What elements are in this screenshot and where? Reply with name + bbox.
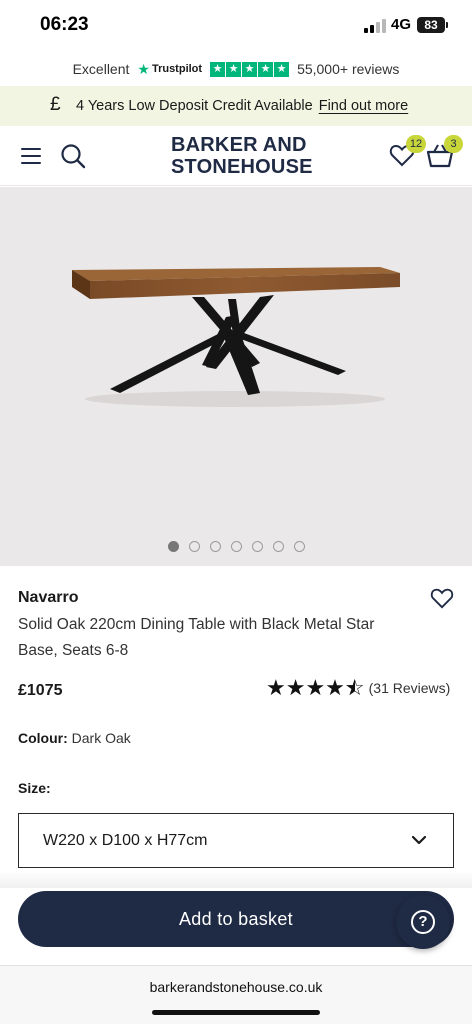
size-label: Size: xyxy=(18,780,51,796)
colour-value: Dark Oak xyxy=(71,730,131,746)
basket-count-badge: 3 xyxy=(444,135,463,153)
signal-icon xyxy=(364,19,386,33)
gallery-dot[interactable] xyxy=(188,541,200,552)
trustpilot-bar[interactable]: Excellent ★ Trustpilot ★ ★ ★ ★ ★ 55,000+… xyxy=(0,52,472,86)
trustpilot-rating-word: Excellent xyxy=(72,61,130,77)
search-icon[interactable] xyxy=(60,143,86,169)
gallery-dot[interactable] xyxy=(230,541,242,552)
gallery-pagination xyxy=(0,541,472,552)
sticky-bar-shadow xyxy=(0,870,472,888)
colour-info: Colour: Dark Oak xyxy=(18,730,131,746)
product-brand: Navarro xyxy=(18,589,79,606)
trustpilot-star-icon: ★ xyxy=(137,60,150,77)
site-header: BARKER AND STONEHOUSE 12 3 xyxy=(0,126,472,186)
help-icon: ? xyxy=(411,910,435,934)
product-title: Solid Oak 220cm Dining Table with Black … xyxy=(18,616,375,659)
status-bar: 06:23 4G 83 xyxy=(0,0,472,52)
battery-tip xyxy=(446,22,448,28)
tp-star-icon: ★ xyxy=(226,61,242,77)
logo-line-1: BARKER AND xyxy=(171,134,307,156)
tp-star-icon: ★ xyxy=(210,61,226,77)
credit-promo-bar: £ 4 Years Low Deposit Credit Available F… xyxy=(0,86,472,126)
rating-stars-icon: ★★★★☆★ xyxy=(266,675,365,700)
trustpilot-logo: ★ Trustpilot xyxy=(137,61,202,78)
size-selected-value: W220 x D100 x H77cm xyxy=(43,831,208,849)
browser-url-bar[interactable]: barkerandstonehouse.co.uk xyxy=(0,965,472,1024)
gallery-dot[interactable] xyxy=(293,541,305,552)
site-logo[interactable]: BARKER AND STONEHOUSE xyxy=(171,134,313,178)
size-select[interactable]: W220 x D100 x H77cm xyxy=(18,813,454,868)
trustpilot-stars: ★ ★ ★ ★ ★ xyxy=(210,61,290,77)
product-image-gallery[interactable] xyxy=(0,187,472,566)
product-rating[interactable]: ★★★★☆★ (31 Reviews) xyxy=(266,677,450,699)
trustpilot-review-count: 55,000+ reviews xyxy=(297,61,400,77)
gallery-dot[interactable] xyxy=(251,541,263,552)
status-time: 06:23 xyxy=(40,14,89,35)
help-button[interactable]: ? xyxy=(396,895,450,949)
battery-icon: 83 xyxy=(417,17,445,33)
credit-promo-text: 4 Years Low Deposit Credit Available xyxy=(76,98,313,114)
gallery-dot[interactable] xyxy=(209,541,221,552)
tp-star-icon: ★ xyxy=(242,61,258,77)
trustpilot-brand: Trustpilot xyxy=(151,63,203,75)
tp-star-icon: ★ xyxy=(274,61,290,77)
wishlist-count-badge: 12 xyxy=(406,135,426,153)
chevron-down-icon xyxy=(411,835,427,845)
url-text: barkerandstonehouse.co.uk xyxy=(149,979,323,995)
menu-icon[interactable] xyxy=(21,148,41,164)
pound-icon: £ xyxy=(50,94,61,115)
product-image xyxy=(72,267,400,407)
product-price: £1075 xyxy=(18,682,63,699)
gallery-dot[interactable] xyxy=(272,541,284,552)
favourite-heart-icon[interactable] xyxy=(430,587,454,609)
review-count-link[interactable]: (31 Reviews) xyxy=(369,680,451,696)
colour-label: Colour: xyxy=(18,730,68,746)
network-type: 4G xyxy=(391,16,412,33)
gallery-dot[interactable] xyxy=(167,541,179,552)
logo-line-2: STONEHOUSE xyxy=(171,156,313,178)
tp-star-icon: ★ xyxy=(258,61,274,77)
find-out-more-link[interactable]: Find out more xyxy=(319,98,408,114)
home-indicator[interactable] xyxy=(152,1010,320,1015)
add-to-basket-button[interactable]: Add to basket xyxy=(18,891,454,947)
